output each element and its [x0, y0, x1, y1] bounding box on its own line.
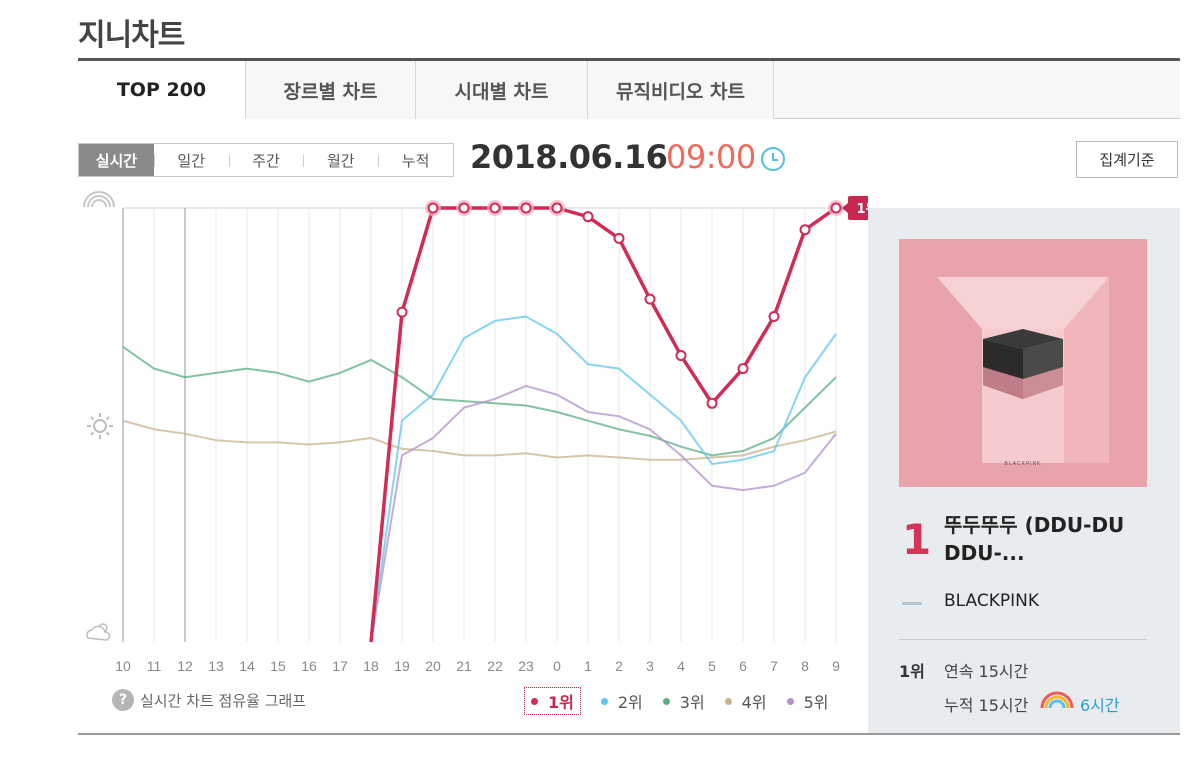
legend-item-rank4[interactable]: 4위	[724, 687, 767, 715]
x-tick-label: 9	[832, 658, 840, 674]
x-tick-label: 15	[270, 658, 286, 674]
rank-unchanged-icon	[902, 602, 922, 605]
tab-top200[interactable]: TOP 200	[78, 61, 246, 119]
rank1-point	[427, 202, 439, 214]
tab-genre-chart[interactable]: 장르별 차트	[246, 61, 416, 119]
rank1-point	[644, 293, 656, 305]
share-chart: 10 11 12 13 14 15 16 17 18 19 20 21 22 23 0 1 2 3 4 5 6 7 8 9 1…	[83, 191, 868, 674]
x-tick-label: 8	[801, 658, 809, 674]
stat-total: 누적 15시간	[944, 696, 1029, 715]
page-title: 지니차트	[78, 18, 185, 53]
rainbow-icon	[1040, 691, 1074, 708]
stat-top-hours: 6시간	[1080, 696, 1120, 715]
period-monthly[interactable]: 월간	[303, 144, 378, 176]
rank1-point	[582, 211, 594, 223]
criteria-button[interactable]: 집계기준	[1076, 141, 1178, 178]
x-tick-label: 6	[739, 658, 747, 674]
tab-music-video-chart[interactable]: 뮤직비디오 차트	[588, 61, 774, 119]
legend-item-rank5[interactable]: 5위	[786, 687, 829, 715]
legend-label: 3위	[679, 693, 705, 712]
rank1-point	[551, 202, 563, 214]
stat-rank-label: 1위	[899, 662, 925, 681]
period-selector: 실시간 일간 주간 월간 누적	[78, 143, 454, 177]
x-tick-label: 13	[208, 658, 224, 674]
rank1-point	[613, 232, 625, 244]
rank1-point	[768, 311, 780, 322]
chart-date: 2018.06.16	[470, 138, 668, 176]
x-tick-label: 20	[425, 658, 441, 674]
help-icon[interactable]: ?	[112, 689, 134, 711]
x-tick-label: 10	[115, 658, 131, 674]
song-title[interactable]: 뚜두뚜두 (DDU-DU DDU-...	[944, 511, 1144, 567]
chart-time: 09:00	[666, 138, 756, 176]
period-cumulative[interactable]: 누적	[378, 144, 453, 176]
x-tick-label: 17	[332, 658, 348, 674]
cloud-sun-icon	[86, 623, 111, 641]
panel-divider	[899, 639, 1147, 640]
rank1-point	[799, 224, 811, 236]
legend-label: 5위	[803, 693, 829, 712]
album-cover-text: BLACKPINK	[1004, 461, 1041, 467]
legend-dot	[724, 697, 732, 705]
rank1-point	[458, 202, 470, 214]
legend-item-rank2[interactable]: 2위	[600, 687, 643, 715]
x-tick-label: 4	[677, 658, 685, 674]
legend-dot	[600, 697, 608, 705]
legend-dot	[531, 697, 538, 705]
legend-label: 4위	[741, 693, 767, 712]
x-tick-label: 18	[363, 658, 379, 674]
clock-icon[interactable]	[761, 147, 785, 171]
x-tick-label: 7	[770, 658, 778, 674]
series-line-rank3	[122, 346, 837, 457]
period-weekly[interactable]: 주간	[228, 144, 304, 176]
chart-help-text: 실시간 차트 점유율 그래프	[140, 691, 307, 710]
legend-label: 2위	[617, 693, 643, 712]
x-tick-label: 16	[301, 658, 317, 674]
rank1-point	[830, 202, 842, 214]
x-tick-label: 21	[456, 658, 472, 674]
x-tick-label: 1	[584, 658, 592, 674]
legend-dot	[786, 697, 794, 705]
chart-tabs: TOP 200 장르별 차트 시대별 차트 뮤직비디오 차트	[78, 61, 1180, 119]
chart-help[interactable]: ? 실시간 차트 점유율 그래프	[112, 689, 306, 711]
legend-dot	[662, 697, 670, 705]
x-tick-label: 22	[487, 658, 503, 674]
rank1-point	[396, 306, 408, 318]
legend-label: 1위	[548, 693, 574, 712]
legend-item-rank1[interactable]: 1위	[524, 687, 581, 715]
rank1-point	[489, 202, 501, 214]
rank1-point	[737, 363, 749, 375]
selected-rank: 1	[902, 515, 932, 564]
x-tick-label: 14	[239, 658, 255, 674]
tab-era-chart[interactable]: 시대별 차트	[416, 61, 588, 119]
x-tick-label: 19	[394, 658, 410, 674]
rank-badge-label: 1위	[856, 202, 868, 217]
bottom-divider	[78, 733, 1180, 735]
song-detail-panel: BLACKPINK 1 뚜두뚜두 (DDU-DU DDU-... BLACKPI…	[868, 208, 1180, 733]
x-tick-label: 0	[553, 658, 561, 674]
album-cover[interactable]: BLACKPINK	[899, 239, 1147, 487]
period-realtime[interactable]: 실시간	[79, 144, 154, 176]
tab-filler	[774, 61, 1180, 118]
rank1-point	[675, 350, 687, 362]
x-tick-label: 5	[708, 658, 716, 674]
artist-name[interactable]: BLACKPINK	[944, 591, 1039, 611]
x-tick-label: 12	[177, 658, 193, 674]
series-line-rank2	[370, 315, 837, 643]
stat-streak: 연속 15시간	[944, 662, 1029, 681]
rank1-point	[706, 397, 718, 409]
period-daily[interactable]: 일간	[153, 144, 229, 176]
sun-icon	[87, 413, 113, 439]
x-tick-label: 23	[518, 658, 534, 674]
x-tick-label: 3	[646, 658, 654, 674]
rank1-point	[520, 202, 532, 214]
legend-item-rank3[interactable]: 3위	[662, 687, 705, 715]
chart-legend: 1위 2위 3위 4위 5위	[524, 687, 848, 715]
x-tick-label: 11	[147, 658, 162, 674]
rainbow-icon	[83, 191, 115, 208]
x-tick-label: 2	[615, 658, 623, 674]
